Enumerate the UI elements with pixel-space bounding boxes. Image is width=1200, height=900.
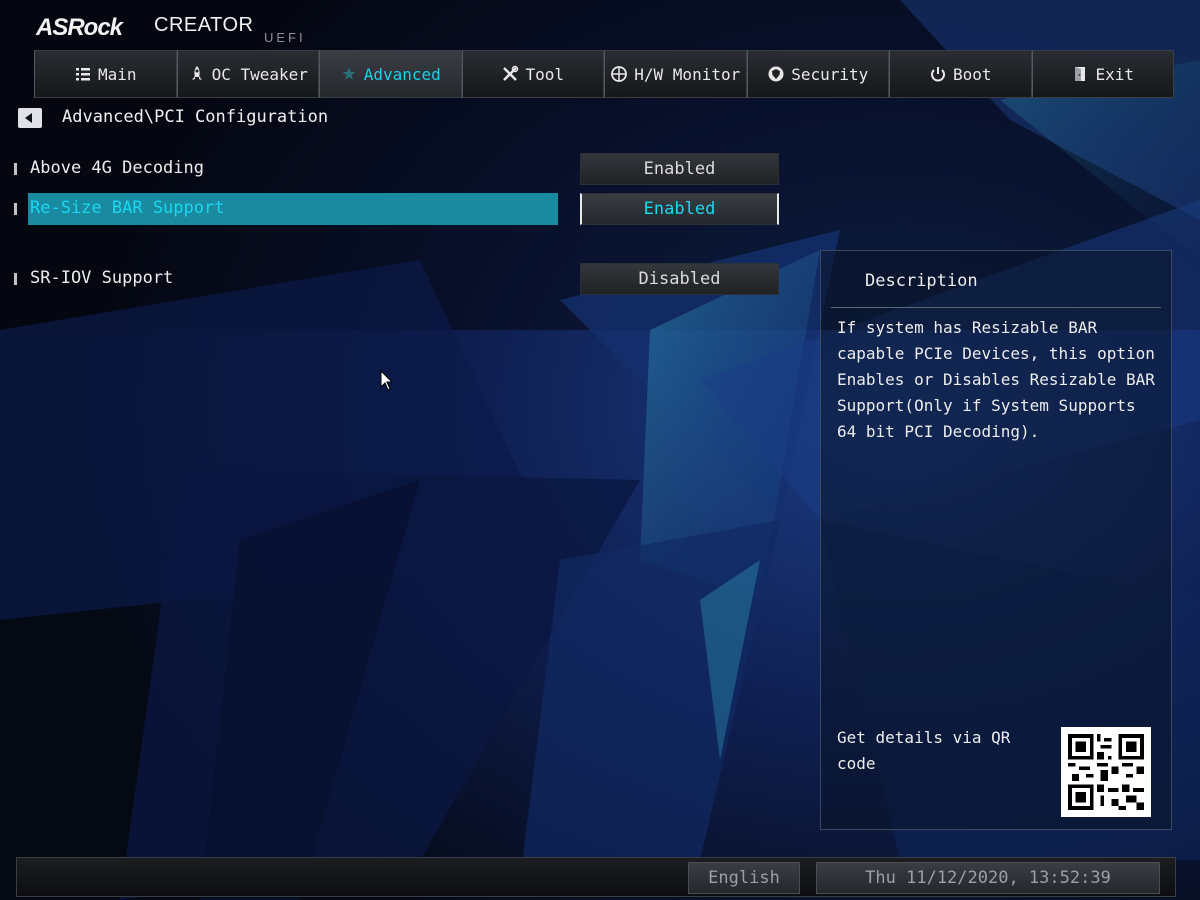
description-line: Support(Only if System Supports [837,396,1136,415]
above-4g-decoding-value[interactable]: Enabled [580,153,779,185]
brand-name: ASRock [36,14,123,41]
tab-label: Advanced [363,64,441,84]
row-marker [14,203,17,215]
tab-oc-tweaker[interactable]: OC Tweaker [176,50,319,98]
tab-advanced[interactable]: Advanced [319,50,462,98]
qr-note-line: Get details via QR [837,728,1011,747]
tab-security[interactable]: Security [746,50,889,98]
qr-note: Get details via QR code [837,725,1010,777]
shield-icon [768,66,784,82]
setting-label: Above 4G Decoding [30,158,204,178]
description-line: 64 bit PCI Decoding). [837,422,1040,441]
tab-label: OC Tweaker [211,64,308,84]
tab-label: H/W Monitor [634,64,741,84]
tab-label: Exit [1095,64,1135,84]
description-text: If system has Resizable BAR capable PCIe… [837,315,1157,445]
setting-sr-iov-support[interactable]: SR-IOV Support [12,263,558,295]
language-button[interactable]: English [688,862,800,894]
row-marker [14,273,17,285]
setting-above-4g-decoding[interactable]: Above 4G Decoding [12,153,558,185]
description-line: Enables or Disables Resizable BAR [837,370,1155,389]
main-tabs: Main OC Tweaker Advanced Tool H/W Monito… [34,50,1174,98]
setting-resize-bar-support[interactable]: Re-Size BAR Support [12,193,558,225]
tab-main[interactable]: Main [34,50,177,98]
tab-label: Security [791,64,869,84]
tab-boot[interactable]: Boot [889,50,1032,98]
row-marker [14,163,17,175]
door-icon [1075,67,1086,81]
setting-label: SR-IOV Support [30,268,174,288]
qr-code-icon [1061,727,1151,817]
firmware-label: UEFI [264,30,306,45]
list-icon [75,68,90,81]
description-line: capable PCIe Devices, this option [837,344,1155,363]
sr-iov-support-value[interactable]: Disabled [580,263,779,295]
crosshair-icon [611,66,628,82]
date-time-display: Thu 11/12/2020, 13:52:39 [816,862,1160,894]
tab-hw-monitor[interactable]: H/W Monitor [604,50,747,98]
description-line: If system has Resizable BAR [837,318,1098,337]
product-name: CREATOR [154,14,254,36]
breadcrumb: Advanced\PCI Configuration [62,107,329,127]
tab-label: Main [97,64,137,84]
setting-label: Re-Size BAR Support [30,198,225,218]
tab-label: Boot [952,64,992,84]
tab-tool[interactable]: Tool [461,50,604,98]
description-title: Description [865,271,978,291]
description-panel: Description If system has Resizable BAR … [820,250,1172,830]
tab-exit[interactable]: Exit [1031,50,1174,98]
power-icon [931,67,945,82]
qr-note-line: code [837,754,876,773]
tools-icon [503,65,519,81]
back-button[interactable] [18,108,42,128]
rocket-icon [191,66,202,80]
resize-bar-support-value[interactable]: Enabled [580,193,779,225]
tab-label: Tool [525,64,565,84]
star-icon [342,67,356,80]
divider [831,307,1161,308]
mouse-cursor-icon [380,370,394,391]
